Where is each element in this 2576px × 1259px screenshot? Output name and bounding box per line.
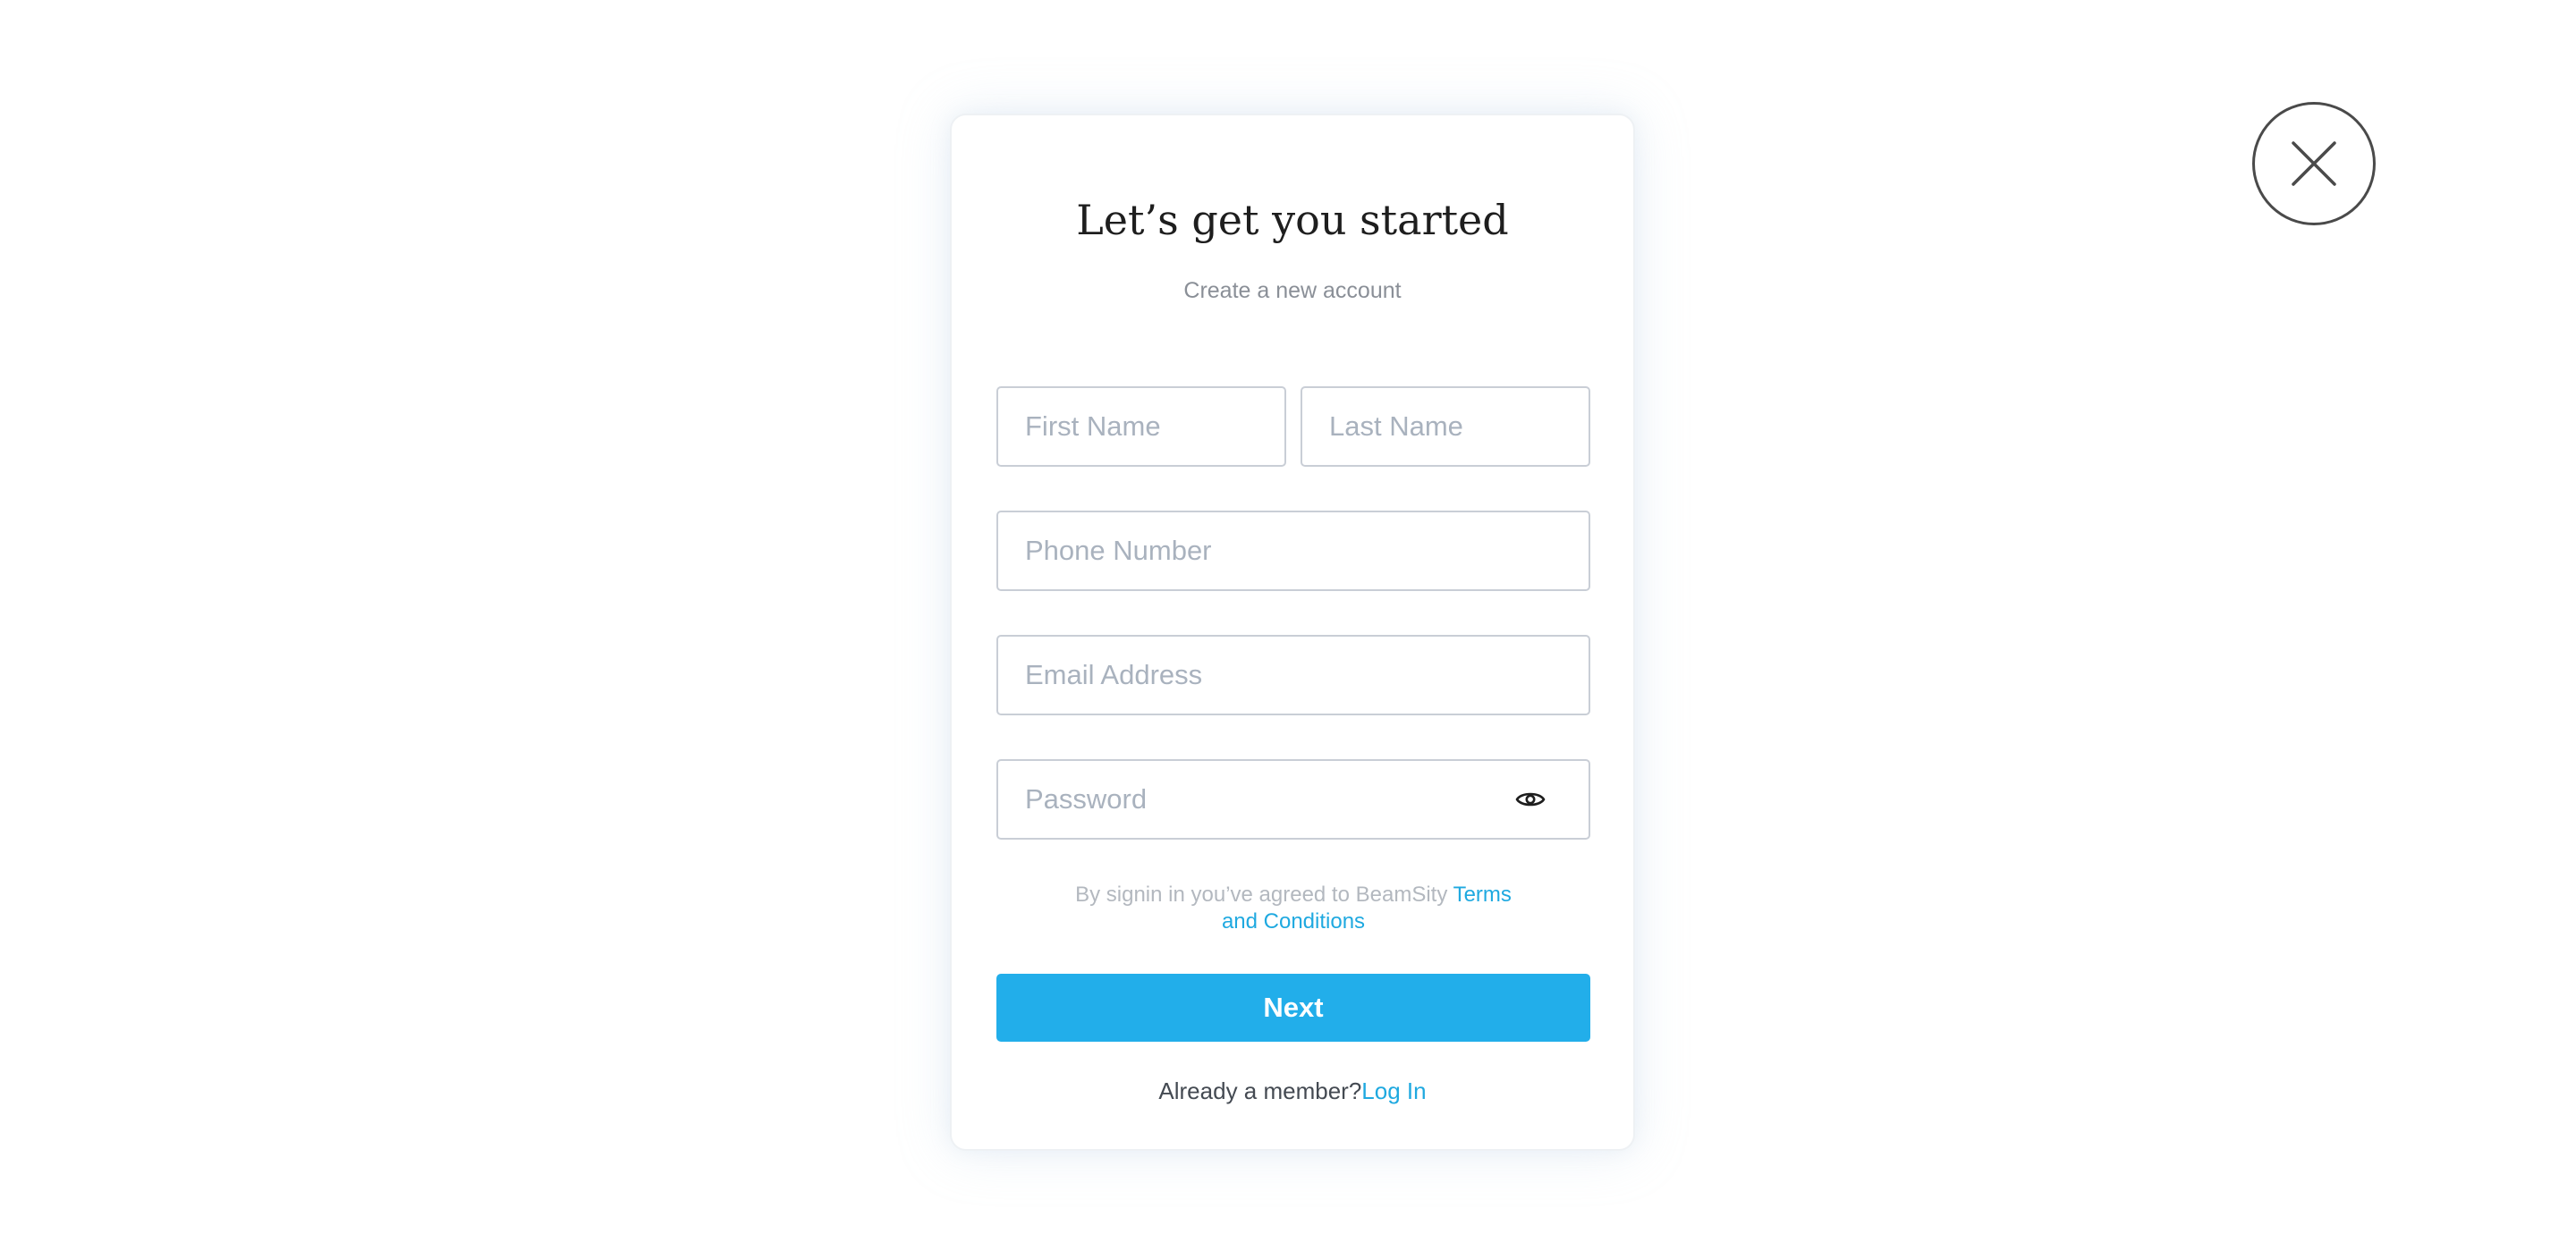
page-title: Let’s get you started [1076,196,1509,244]
eye-icon [1515,792,1546,807]
show-password-toggle[interactable] [1513,786,1547,813]
last-name-field-box [1301,386,1590,467]
email-input[interactable] [998,637,1589,714]
terms-text: By signin in you’ve agreed to BeamSity [1075,883,1453,907]
email-field-box [996,635,1590,715]
phone-field-box [996,511,1590,591]
last-name-input[interactable] [1302,388,1589,465]
password-input[interactable] [998,761,1589,838]
next-button[interactable]: Next [996,974,1590,1042]
close-button[interactable] [2252,102,2376,225]
login-link[interactable]: Log In [1361,1077,1426,1104]
phone-input[interactable] [998,512,1589,589]
first-name-input[interactable] [998,388,1284,465]
terms-notice: By signin in you’ve agreed to BeamSity T… [996,882,1590,935]
page-subtitle: Create a new account [1183,278,1402,303]
first-name-field-box [996,386,1286,467]
close-icon [2292,141,2336,186]
signup-card: Let’s get you started Create a new accou… [950,114,1635,1151]
login-prompt: Already a member?Log In [952,1077,1633,1105]
password-field-box [996,759,1590,840]
already-member-text: Already a member? [1158,1077,1362,1104]
